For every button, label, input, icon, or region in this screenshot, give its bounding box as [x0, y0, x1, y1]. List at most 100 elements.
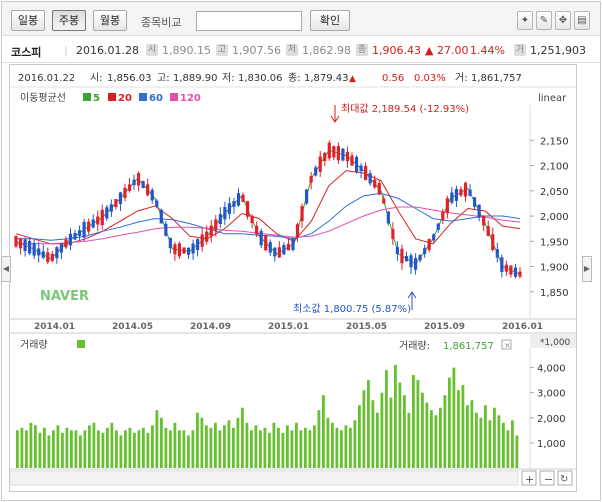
price-tick-label: 1,850 — [540, 288, 569, 299]
monthly-button[interactable]: 월봉 — [93, 10, 127, 31]
volume-bar — [493, 407, 496, 468]
candle-body — [482, 215, 486, 226]
candle-body — [427, 238, 431, 250]
volume-bar — [155, 410, 159, 468]
volume-bar — [173, 422, 177, 468]
volume-bar — [340, 430, 343, 468]
volume-bar — [160, 417, 163, 468]
date-tick-label: 2016.01 — [502, 322, 543, 332]
volume-bar — [358, 405, 361, 468]
candle-body — [264, 235, 268, 251]
volume-bar — [20, 427, 24, 468]
quote-bar: 코스피 | 2016.01.28 시 1,890.15 고 1,907.56 저… — [2, 37, 600, 63]
candle-body — [186, 247, 191, 255]
volume-bar — [214, 422, 217, 468]
scroll-track[interactable] — [9, 470, 519, 486]
volume-bar — [398, 382, 402, 468]
lightbulb-icon[interactable]: ✦ — [517, 11, 533, 30]
candle-body — [232, 201, 236, 207]
header-volume: 1,861,757 — [471, 73, 522, 84]
candle-body — [96, 216, 100, 225]
volume-bar — [475, 412, 478, 468]
separator: | — [64, 44, 68, 57]
volume-bar — [43, 427, 46, 468]
candle-body — [118, 192, 123, 204]
chart-area[interactable]: 2016.01.22 시: 1,856.03 고: 1,889.90 저: 1,… — [9, 64, 577, 492]
volume-bar — [344, 425, 348, 468]
candle-body — [282, 244, 286, 255]
volume-bar — [182, 430, 186, 468]
plus-icon: + — [525, 473, 534, 486]
header-open: 1,856.03 — [107, 73, 152, 84]
candle-body — [55, 247, 59, 259]
date-axis: 2014.01 2014.05 2014.09 2015.01 2015.05 2015.… — [34, 322, 543, 332]
max-label: 최대값 2,189.54 (-12.93%) — [341, 103, 469, 115]
candle-body — [323, 152, 327, 161]
settings-icon[interactable]: ▤ — [574, 11, 590, 30]
candle-body — [454, 188, 459, 201]
candle-body — [441, 211, 445, 221]
candle-body — [445, 198, 449, 214]
volume-grid: 1,000 2,000 3,000 4,000 — [530, 364, 566, 450]
price-tick-label: 1,900 — [540, 263, 569, 274]
candle-body — [191, 243, 195, 254]
volume-bar — [142, 427, 145, 468]
volume-bar — [254, 425, 258, 468]
scroll-left-arrow-icon[interactable]: ◀ — [1, 256, 11, 282]
volume-bar — [511, 420, 514, 468]
candle-body — [196, 239, 200, 251]
volume-bar — [92, 422, 96, 468]
candle-body — [400, 248, 404, 264]
candle-body — [114, 199, 118, 208]
candle-body — [64, 239, 68, 248]
candle-body — [341, 148, 345, 161]
volume-bar — [65, 427, 69, 468]
close-value: 1,906.43 — [372, 44, 421, 57]
volume-bar — [29, 422, 33, 468]
volume-bar — [326, 417, 330, 468]
min-annotation: 최소값 1,800.75 (5.87%) — [293, 291, 417, 315]
daily-button[interactable]: 일봉 — [11, 10, 45, 31]
volume-bar — [470, 400, 474, 468]
volume-bar — [317, 410, 321, 468]
volume-header: 거래량 거래량: 1,861,757 × *1,000 — [20, 334, 576, 352]
volume-title: 거래량 — [20, 339, 48, 351]
candle-body — [182, 247, 186, 254]
volume-bar — [47, 435, 51, 468]
date-tick-label: 2015.09 — [424, 322, 465, 332]
date-tick-label: 2015.05 — [346, 322, 387, 332]
volume-bar — [412, 375, 415, 468]
pencil-icon[interactable]: ✎ — [536, 11, 552, 30]
volume-bar — [110, 422, 114, 468]
volume-bar — [137, 430, 141, 468]
volume-bar — [101, 432, 105, 468]
volume-bar — [205, 425, 208, 468]
header-change-pct: 0.03% — [414, 73, 446, 84]
price-tick-label: 2,000 — [540, 212, 569, 223]
scroll-right-arrow-icon[interactable]: ▶ — [582, 256, 592, 282]
candle-body — [132, 179, 136, 186]
candle-body — [300, 206, 304, 222]
candle-body — [123, 187, 127, 198]
volume-bar — [434, 415, 438, 468]
index-name: 코스피 — [11, 46, 42, 59]
candle-body — [509, 265, 513, 275]
zoom-controls: + − ↻ — [9, 470, 573, 486]
candle-body — [277, 247, 281, 258]
confirm-button[interactable]: 확인 — [310, 10, 350, 31]
volume-bar — [421, 392, 424, 468]
candle-body — [468, 189, 472, 196]
weekly-button[interactable]: 주봉 — [52, 10, 86, 31]
candle-body — [87, 221, 91, 232]
volume-bar — [61, 432, 64, 468]
compare-search-input[interactable] — [196, 11, 302, 31]
legend-title: 이동평균선 — [20, 92, 66, 104]
candle-body — [304, 189, 309, 204]
min-label: 최소값 1,800.75 (5.87%) — [293, 303, 411, 315]
volume-tick-label: 2,000 — [537, 414, 566, 425]
volume-bar — [277, 427, 280, 468]
candle-body — [491, 234, 495, 251]
move-icon[interactable]: ✥ — [555, 11, 571, 30]
candle-body — [214, 219, 218, 231]
volume-bar — [502, 422, 505, 468]
